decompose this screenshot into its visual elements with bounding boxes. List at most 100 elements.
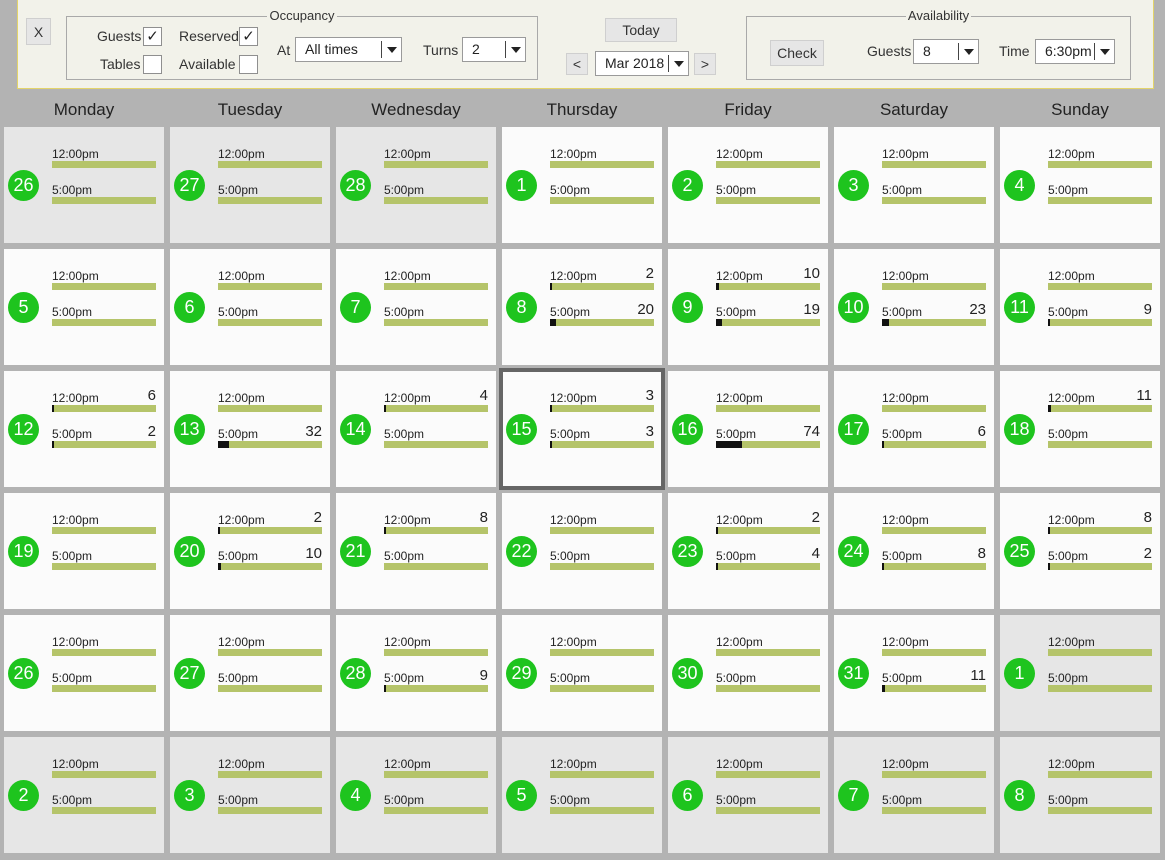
time-slot[interactable]: 5:00pm	[550, 791, 654, 821]
calendar-day-cell[interactable]: 7 12:00pm 5:00pm	[834, 737, 994, 853]
calendar-day-cell[interactable]: 1 12:00pm 5:00pm	[1000, 615, 1160, 731]
time-slot[interactable]: 5:00pm 9	[384, 667, 488, 699]
calendar-day-cell[interactable]: 30 12:00pm 5:00pm	[668, 615, 828, 731]
calendar-day-cell[interactable]: 29 12:00pm 5:00pm	[502, 615, 662, 731]
calendar-day-cell[interactable]: 27 12:00pm 5:00pm	[170, 127, 330, 243]
time-slot[interactable]: 12:00pm	[218, 633, 322, 663]
time-slot[interactable]: 12:00pm 8	[1048, 509, 1152, 541]
calendar-day-cell[interactable]: 8 12:00pm 5:00pm	[1000, 737, 1160, 853]
time-slot[interactable]: 12:00pm	[550, 145, 654, 175]
time-slot[interactable]: 12:00pm	[1048, 633, 1152, 663]
calendar-day-cell[interactable]: 9 12:00pm 10 5:00pm 19	[668, 249, 828, 365]
calendar-day-cell[interactable]: 6 12:00pm 5:00pm	[170, 249, 330, 365]
time-slot[interactable]: 12:00pm	[384, 755, 488, 785]
time-slot[interactable]: 5:00pm	[218, 181, 322, 211]
time-slot[interactable]: 5:00pm 23	[882, 301, 986, 333]
calendar-day-cell[interactable]: 2 12:00pm 5:00pm	[668, 127, 828, 243]
calendar-day-cell[interactable]: 4 12:00pm 5:00pm	[336, 737, 496, 853]
time-slot[interactable]: 12:00pm 2	[218, 509, 322, 541]
time-slot[interactable]: 5:00pm	[882, 791, 986, 821]
time-slot[interactable]: 12:00pm	[218, 145, 322, 175]
time-slot[interactable]: 12:00pm	[882, 267, 986, 297]
time-slot[interactable]: 5:00pm	[716, 181, 820, 211]
time-slot[interactable]: 5:00pm	[550, 669, 654, 699]
calendar-day-cell[interactable]: 1 12:00pm 5:00pm	[502, 127, 662, 243]
calendar-day-cell[interactable]: 3 12:00pm 5:00pm	[834, 127, 994, 243]
time-slot[interactable]: 5:00pm	[218, 669, 322, 699]
calendar-day-cell[interactable]: 12 12:00pm 6 5:00pm 2	[4, 371, 164, 487]
calendar-day-cell[interactable]: 8 12:00pm 2 5:00pm 20	[502, 249, 662, 365]
time-slot[interactable]: 12:00pm	[550, 511, 654, 541]
time-slot[interactable]: 12:00pm	[716, 145, 820, 175]
time-slot[interactable]: 12:00pm 6	[52, 387, 156, 419]
time-slot[interactable]: 5:00pm	[384, 303, 488, 333]
calendar-day-cell[interactable]: 19 12:00pm 5:00pm	[4, 493, 164, 609]
time-slot[interactable]: 12:00pm	[218, 389, 322, 419]
calendar-day-cell[interactable]: 21 12:00pm 8 5:00pm	[336, 493, 496, 609]
guests-checkbox[interactable]: ✓	[143, 27, 162, 46]
calendar-day-cell[interactable]: 6 12:00pm 5:00pm	[668, 737, 828, 853]
time-slot[interactable]: 5:00pm 19	[716, 301, 820, 333]
time-slot[interactable]: 12:00pm	[52, 755, 156, 785]
time-slot[interactable]: 5:00pm	[1048, 181, 1152, 211]
time-slot[interactable]: 12:00pm	[882, 389, 986, 419]
time-slot[interactable]: 5:00pm	[882, 181, 986, 211]
calendar-day-cell[interactable]: 14 12:00pm 4 5:00pm	[336, 371, 496, 487]
time-slot[interactable]: 5:00pm 32	[218, 423, 322, 455]
time-slot[interactable]: 12:00pm	[716, 389, 820, 419]
time-slot[interactable]: 12:00pm	[1048, 267, 1152, 297]
calendar-day-cell[interactable]: 28 12:00pm 5:00pm	[336, 127, 496, 243]
prev-month-button[interactable]: <	[566, 53, 588, 75]
time-slot[interactable]: 12:00pm 11	[1048, 387, 1152, 419]
calendar-day-cell[interactable]: 2 12:00pm 5:00pm	[4, 737, 164, 853]
time-slot[interactable]: 12:00pm 8	[384, 509, 488, 541]
calendar-day-cell[interactable]: 27 12:00pm 5:00pm	[170, 615, 330, 731]
time-slot[interactable]: 5:00pm	[716, 669, 820, 699]
time-slot[interactable]: 5:00pm 2	[1048, 545, 1152, 577]
calendar-day-cell[interactable]: 26 12:00pm 5:00pm	[4, 127, 164, 243]
time-slot[interactable]: 5:00pm	[550, 547, 654, 577]
calendar-day-cell[interactable]: 13 12:00pm 5:00pm 32	[170, 371, 330, 487]
time-slot[interactable]: 12:00pm	[52, 633, 156, 663]
time-slot[interactable]: 12:00pm	[716, 633, 820, 663]
time-slot[interactable]: 12:00pm 10	[716, 265, 820, 297]
availability-time-select[interactable]: 6:30pm	[1035, 39, 1115, 64]
time-slot[interactable]: 12:00pm	[550, 755, 654, 785]
turns-select[interactable]: 2	[462, 37, 526, 62]
time-slot[interactable]: 12:00pm	[1048, 755, 1152, 785]
next-month-button[interactable]: >	[694, 53, 716, 75]
calendar-day-cell[interactable]: 5 12:00pm 5:00pm	[4, 249, 164, 365]
calendar-day-cell[interactable]: 26 12:00pm 5:00pm	[4, 615, 164, 731]
time-slot[interactable]: 12:00pm 3	[550, 387, 654, 419]
calendar-day-cell[interactable]: 16 12:00pm 5:00pm 74	[668, 371, 828, 487]
time-slot[interactable]: 5:00pm	[384, 791, 488, 821]
time-slot[interactable]: 12:00pm	[384, 633, 488, 663]
time-slot[interactable]: 12:00pm	[384, 145, 488, 175]
today-button[interactable]: Today	[605, 18, 677, 42]
time-slot[interactable]: 12:00pm	[882, 755, 986, 785]
time-slot[interactable]: 5:00pm 2	[52, 423, 156, 455]
time-slot[interactable]: 5:00pm 10	[218, 545, 322, 577]
time-slot[interactable]: 12:00pm	[52, 511, 156, 541]
time-slot[interactable]: 5:00pm	[52, 547, 156, 577]
time-slot[interactable]: 5:00pm	[384, 425, 488, 455]
close-button[interactable]: X	[26, 18, 51, 45]
time-slot[interactable]: 5:00pm 4	[716, 545, 820, 577]
time-slot[interactable]: 12:00pm	[218, 755, 322, 785]
calendar-day-cell[interactable]: 23 12:00pm 2 5:00pm 4	[668, 493, 828, 609]
calendar-day-cell[interactable]: 3 12:00pm 5:00pm	[170, 737, 330, 853]
time-slot[interactable]: 12:00pm 2	[716, 509, 820, 541]
reserved-checkbox[interactable]: ✓	[239, 27, 258, 46]
time-slot[interactable]: 5:00pm	[52, 669, 156, 699]
time-slot[interactable]: 5:00pm	[1048, 425, 1152, 455]
time-slot[interactable]: 12:00pm	[882, 145, 986, 175]
time-slot[interactable]: 12:00pm 4	[384, 387, 488, 419]
time-slot[interactable]: 12:00pm	[384, 267, 488, 297]
calendar-day-cell[interactable]: 31 12:00pm 5:00pm 11	[834, 615, 994, 731]
check-button[interactable]: Check	[770, 40, 824, 66]
time-slot[interactable]: 5:00pm	[1048, 791, 1152, 821]
tables-checkbox[interactable]	[143, 55, 162, 74]
calendar-day-cell[interactable]: 25 12:00pm 8 5:00pm 2	[1000, 493, 1160, 609]
at-select[interactable]: All times	[295, 37, 402, 62]
time-slot[interactable]: 12:00pm	[882, 633, 986, 663]
